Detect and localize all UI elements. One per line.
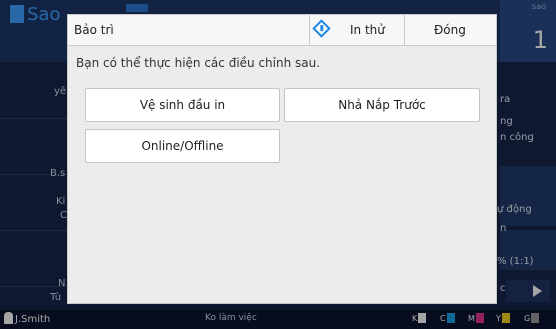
dialog-message: Bạn có thể thực hiện các điều chỉnh sau. — [76, 56, 321, 70]
test-print-icon — [312, 19, 331, 38]
dialog-title: Bảo trì — [74, 23, 114, 37]
close-button[interactable]: Đóng — [404, 15, 496, 45]
dialog-header: Bảo trì In thử Đóng — [68, 15, 496, 46]
clean-head-button[interactable]: Vệ sinh đầu in — [85, 88, 280, 122]
online-offline-button[interactable]: Online/Offline — [85, 129, 280, 163]
test-print-label: In thử — [350, 23, 385, 37]
release-front-cover-button[interactable]: Nhả Nắp Trước — [284, 88, 480, 122]
test-print-button[interactable]: In thử — [309, 15, 404, 45]
close-label: Đóng — [434, 23, 466, 37]
maintenance-dialog: Bảo trì In thử Đóng Bạn có thể thực hiện… — [67, 14, 497, 304]
